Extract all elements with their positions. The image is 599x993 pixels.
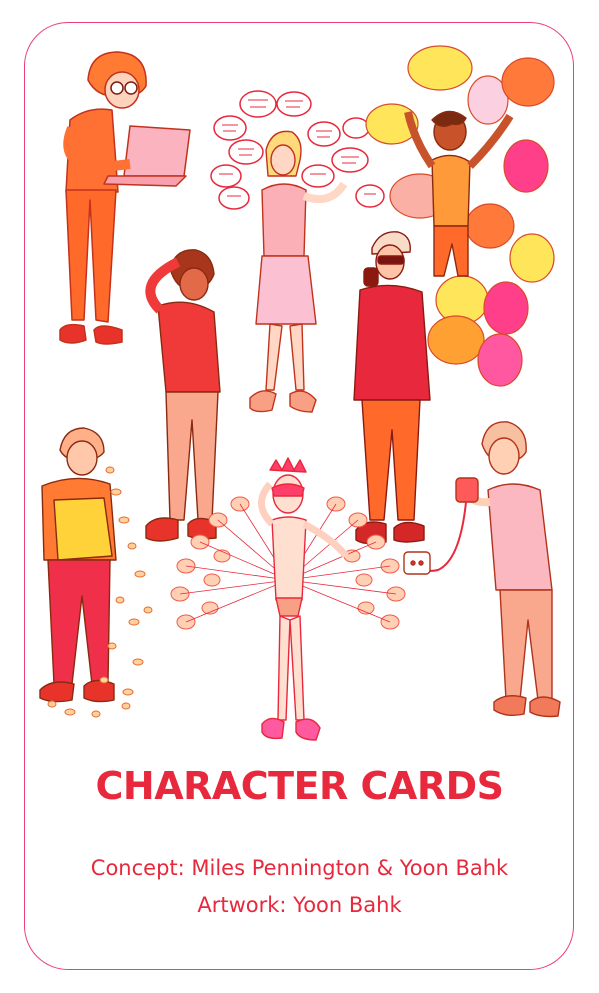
chips-kid — [39, 427, 117, 703]
phone-man — [353, 231, 431, 545]
laptop-person — [59, 51, 191, 345]
artwork-credit: Artwork: Yoon Bahk — [197, 893, 402, 917]
old-man-with-plug — [403, 421, 561, 718]
thinking-man — [145, 249, 221, 542]
card-title: CHARACTER CARDS — [95, 764, 505, 808]
concept-credit: Concept: Miles Pennington & Yoon Bahk — [90, 856, 509, 880]
character-illustration — [39, 45, 561, 741]
